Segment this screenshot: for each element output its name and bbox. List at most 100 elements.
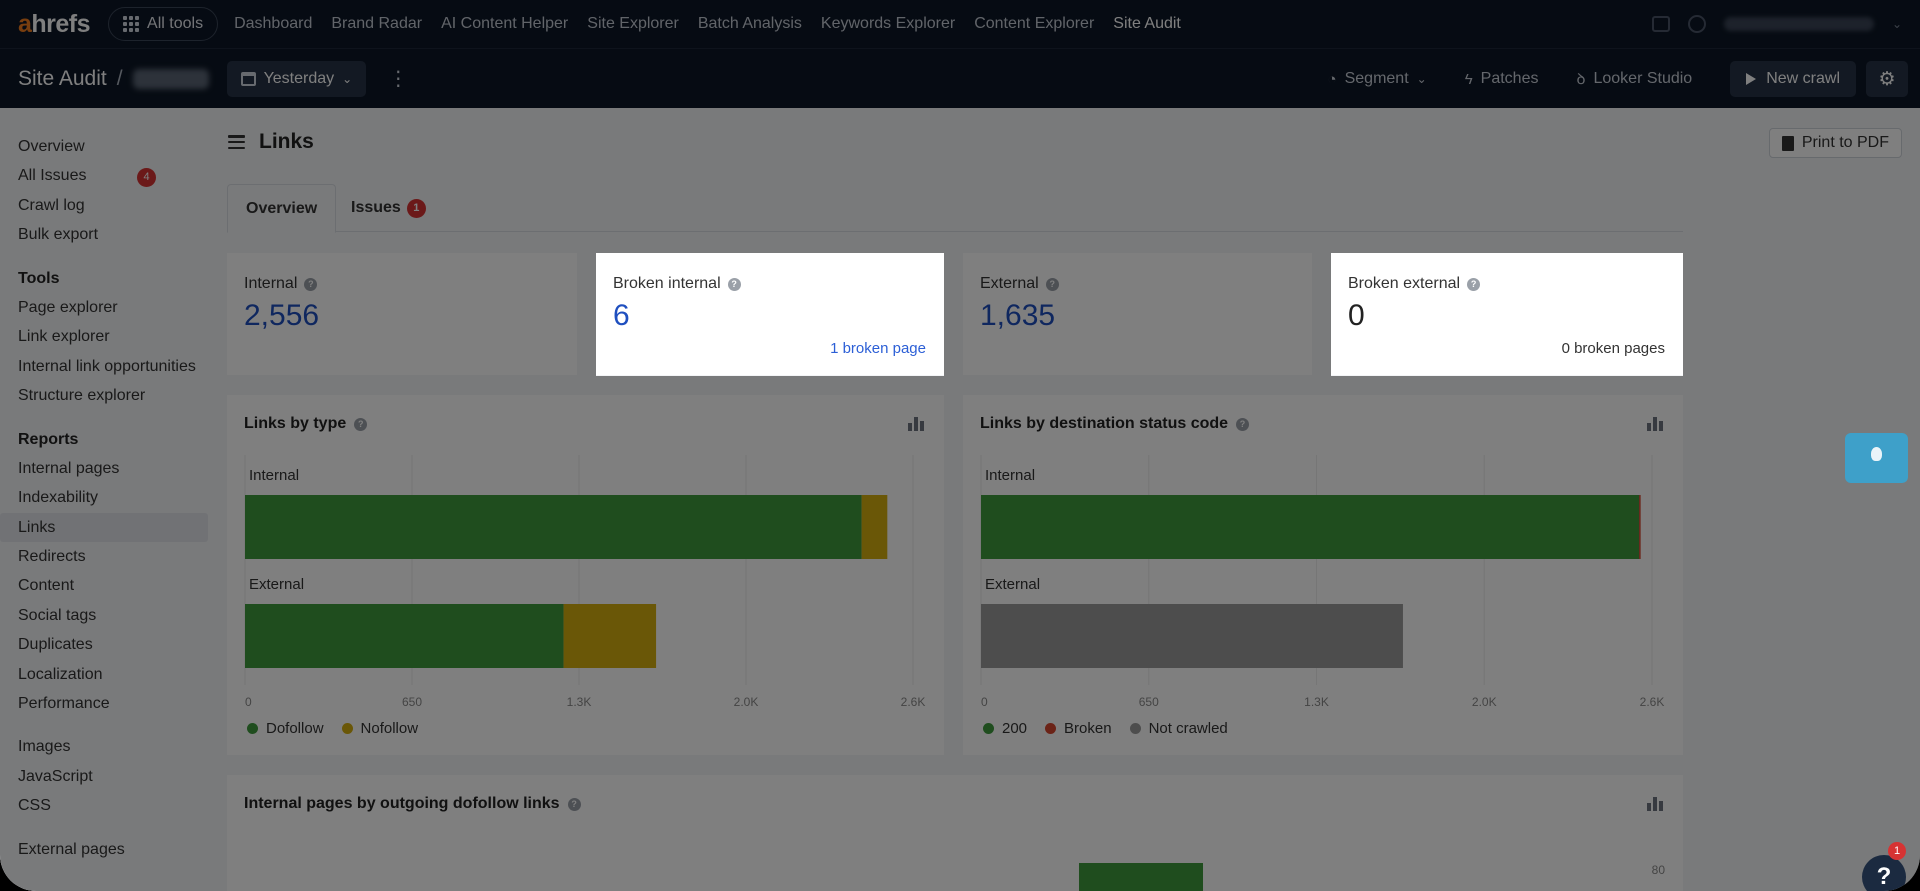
metric-card-internal[interactable]: Internal? 2,556 bbox=[227, 253, 577, 375]
sidebar-item-bulk-export[interactable]: Bulk export bbox=[0, 220, 220, 249]
sidebar-item-localization[interactable]: Localization bbox=[0, 660, 220, 689]
breadcrumb-separator: / bbox=[116, 66, 123, 90]
sidebar-item-internal-link-opportunities[interactable]: Internal link opportunities bbox=[0, 352, 220, 381]
sidebar-item-page-explorer[interactable]: Page explorer bbox=[0, 293, 220, 322]
top-nav: ahrefs All tools Dashboard Brand Radar AI … bbox=[0, 0, 1920, 48]
chart-title: Internal pages by outgoing dofollow link… bbox=[244, 795, 560, 812]
sidebar-item-indexability[interactable]: Indexability bbox=[0, 483, 220, 512]
metric-value[interactable]: 2,556 bbox=[244, 299, 319, 333]
bar-dofollow-external[interactable] bbox=[245, 604, 564, 668]
chart-legend: 200 Broken Not crawled bbox=[983, 720, 1228, 737]
legend-label: Broken bbox=[1064, 720, 1112, 737]
tab-overview[interactable]: Overview bbox=[227, 184, 337, 233]
sidebar-item-label: Indexability bbox=[18, 489, 99, 507]
bar-nofollow-internal[interactable] bbox=[861, 495, 888, 559]
play-icon bbox=[1746, 73, 1757, 85]
metric-card-external[interactable]: External? 1,635 bbox=[963, 253, 1312, 375]
bar[interactable] bbox=[1079, 863, 1203, 891]
legend-swatch bbox=[341, 723, 353, 734]
sidebar-item-external-pages[interactable]: External pages bbox=[0, 835, 220, 864]
more-options-icon[interactable]: ⋮ bbox=[388, 69, 408, 89]
ahrefs-logo[interactable]: ahrefs bbox=[18, 10, 91, 39]
help-notification-badge: 1 bbox=[1888, 842, 1906, 860]
tool-title[interactable]: Site Audit bbox=[18, 67, 107, 91]
legend-item-broken[interactable]: Broken bbox=[1045, 720, 1112, 737]
sidebar-item-link-explorer[interactable]: Link explorer bbox=[0, 322, 220, 351]
sidebar-item-all-issues[interactable]: All Issues 4 bbox=[0, 161, 220, 190]
bar-not-crawled-external[interactable] bbox=[981, 604, 1403, 668]
x-tick-label: 650 bbox=[1139, 695, 1159, 709]
metric-card-broken-external[interactable]: Broken external? 0 0 broken pages bbox=[1331, 253, 1683, 375]
sidebar-item-overview[interactable]: Overview bbox=[0, 132, 220, 161]
account-menu[interactable] bbox=[1723, 17, 1874, 31]
print-to-pdf-button[interactable]: Print to PDF bbox=[1768, 128, 1902, 158]
bar-broken-internal[interactable] bbox=[1639, 495, 1641, 559]
nav-link-brand-radar[interactable]: Brand Radar bbox=[331, 15, 422, 33]
sidebar-item-label: Duplicates bbox=[18, 636, 93, 654]
sidebar-item-css[interactable]: CSS bbox=[0, 791, 220, 820]
bar-200-internal[interactable] bbox=[981, 495, 1640, 559]
help-icon[interactable]: ? bbox=[304, 277, 318, 291]
new-crawl-button[interactable]: New crawl bbox=[1730, 61, 1856, 97]
nav-link-dashboard[interactable]: Dashboard bbox=[234, 15, 312, 33]
sidebar-item-label: Page explorer bbox=[18, 298, 118, 316]
sidebar-item-redirects[interactable]: Redirects bbox=[0, 542, 220, 571]
sidebar-item-label: Internal link opportunities bbox=[18, 357, 196, 375]
sidebar-item-social-tags[interactable]: Social tags bbox=[0, 601, 220, 630]
monitor-icon[interactable] bbox=[1651, 16, 1670, 32]
tab-issues[interactable]: Issues 1 bbox=[333, 184, 444, 233]
nav-link-keywords-explorer[interactable]: Keywords Explorer bbox=[821, 15, 955, 33]
metric-card-broken-internal[interactable]: Broken internal? 6 1 broken page bbox=[596, 253, 944, 375]
nav-link-ai-content-helper[interactable]: AI Content Helper bbox=[441, 15, 568, 33]
x-tick-label: 0 bbox=[981, 695, 988, 709]
bar-dofollow-internal[interactable] bbox=[245, 495, 862, 559]
legend-item-not-crawled[interactable]: Not crawled bbox=[1129, 720, 1228, 737]
sidebar-item-label: CSS bbox=[18, 797, 51, 815]
sidebar-item-internal-pages[interactable]: Internal pages bbox=[0, 454, 220, 483]
nav-link-content-explorer[interactable]: Content Explorer bbox=[974, 15, 1094, 33]
sidebar-item-performance[interactable]: Performance bbox=[0, 689, 220, 718]
sidebar-item-crawl-log[interactable]: Crawl log bbox=[0, 191, 220, 220]
bar-chart-icon[interactable] bbox=[1647, 797, 1663, 811]
sidebar-item-label: Performance bbox=[18, 695, 110, 713]
help-icon[interactable]: ? bbox=[1467, 277, 1481, 291]
metric-value[interactable]: 1,635 bbox=[980, 299, 1055, 333]
sidebar-item-images[interactable]: Images bbox=[0, 732, 220, 761]
feedback-widget[interactable] bbox=[1845, 433, 1908, 483]
nav-link-batch-analysis[interactable]: Batch Analysis bbox=[698, 15, 802, 33]
menu-icon[interactable] bbox=[228, 135, 245, 149]
sidebar-item-duplicates[interactable]: Duplicates bbox=[0, 630, 220, 659]
sidebar-item-label: Localization bbox=[18, 665, 103, 683]
metric-value[interactable]: 6 bbox=[613, 299, 630, 333]
patches-label: Patches bbox=[1480, 70, 1539, 87]
help-button[interactable]: ? bbox=[1862, 855, 1906, 891]
legend-item-200[interactable]: 200 bbox=[983, 720, 1027, 737]
all-tools-label: All tools bbox=[147, 15, 204, 32]
all-tools-button[interactable]: All tools bbox=[108, 7, 219, 41]
legend-item-dofollow[interactable]: Dofollow bbox=[247, 720, 324, 737]
new-crawl-label: New crawl bbox=[1766, 70, 1840, 87]
help-icon[interactable]: ? bbox=[727, 277, 741, 291]
legend-label: 200 bbox=[1002, 720, 1028, 737]
sidebar-item-content[interactable]: Content bbox=[0, 571, 220, 600]
date-selector[interactable]: Yesterday ⌄ bbox=[226, 60, 367, 97]
sidebar-item-structure-explorer[interactable]: Structure explorer bbox=[0, 381, 220, 410]
issues-badge: 1 bbox=[406, 199, 426, 218]
credits-gauge-icon[interactable] bbox=[1687, 15, 1706, 33]
x-tick-label: 1.3K bbox=[567, 695, 592, 709]
nav-link-site-audit[interactable]: Site Audit bbox=[1113, 15, 1181, 33]
legend-item-nofollow[interactable]: Nofollow bbox=[341, 720, 418, 737]
patches-button[interactable]: ϟ Patches bbox=[1465, 70, 1539, 88]
bar-nofollow-external[interactable] bbox=[563, 604, 657, 668]
segment-dropdown[interactable]: ◔ Segment ⌄ bbox=[1328, 70, 1427, 88]
looker-icon: ꝺ bbox=[1576, 71, 1586, 88]
nav-link-site-explorer[interactable]: Site Explorer bbox=[587, 15, 679, 33]
help-icon[interactable]: ? bbox=[1045, 277, 1059, 291]
settings-button[interactable]: ⚙ bbox=[1866, 61, 1908, 97]
project-name[interactable] bbox=[132, 68, 209, 89]
help-icon[interactable]: ? bbox=[567, 797, 581, 811]
looker-studio-button[interactable]: ꝺ Looker Studio bbox=[1576, 69, 1692, 89]
sidebar-item-javascript[interactable]: JavaScript bbox=[0, 762, 220, 791]
sidebar-item-links[interactable]: Links bbox=[0, 512, 208, 543]
broken-page-link[interactable]: 1 broken page bbox=[830, 340, 926, 357]
